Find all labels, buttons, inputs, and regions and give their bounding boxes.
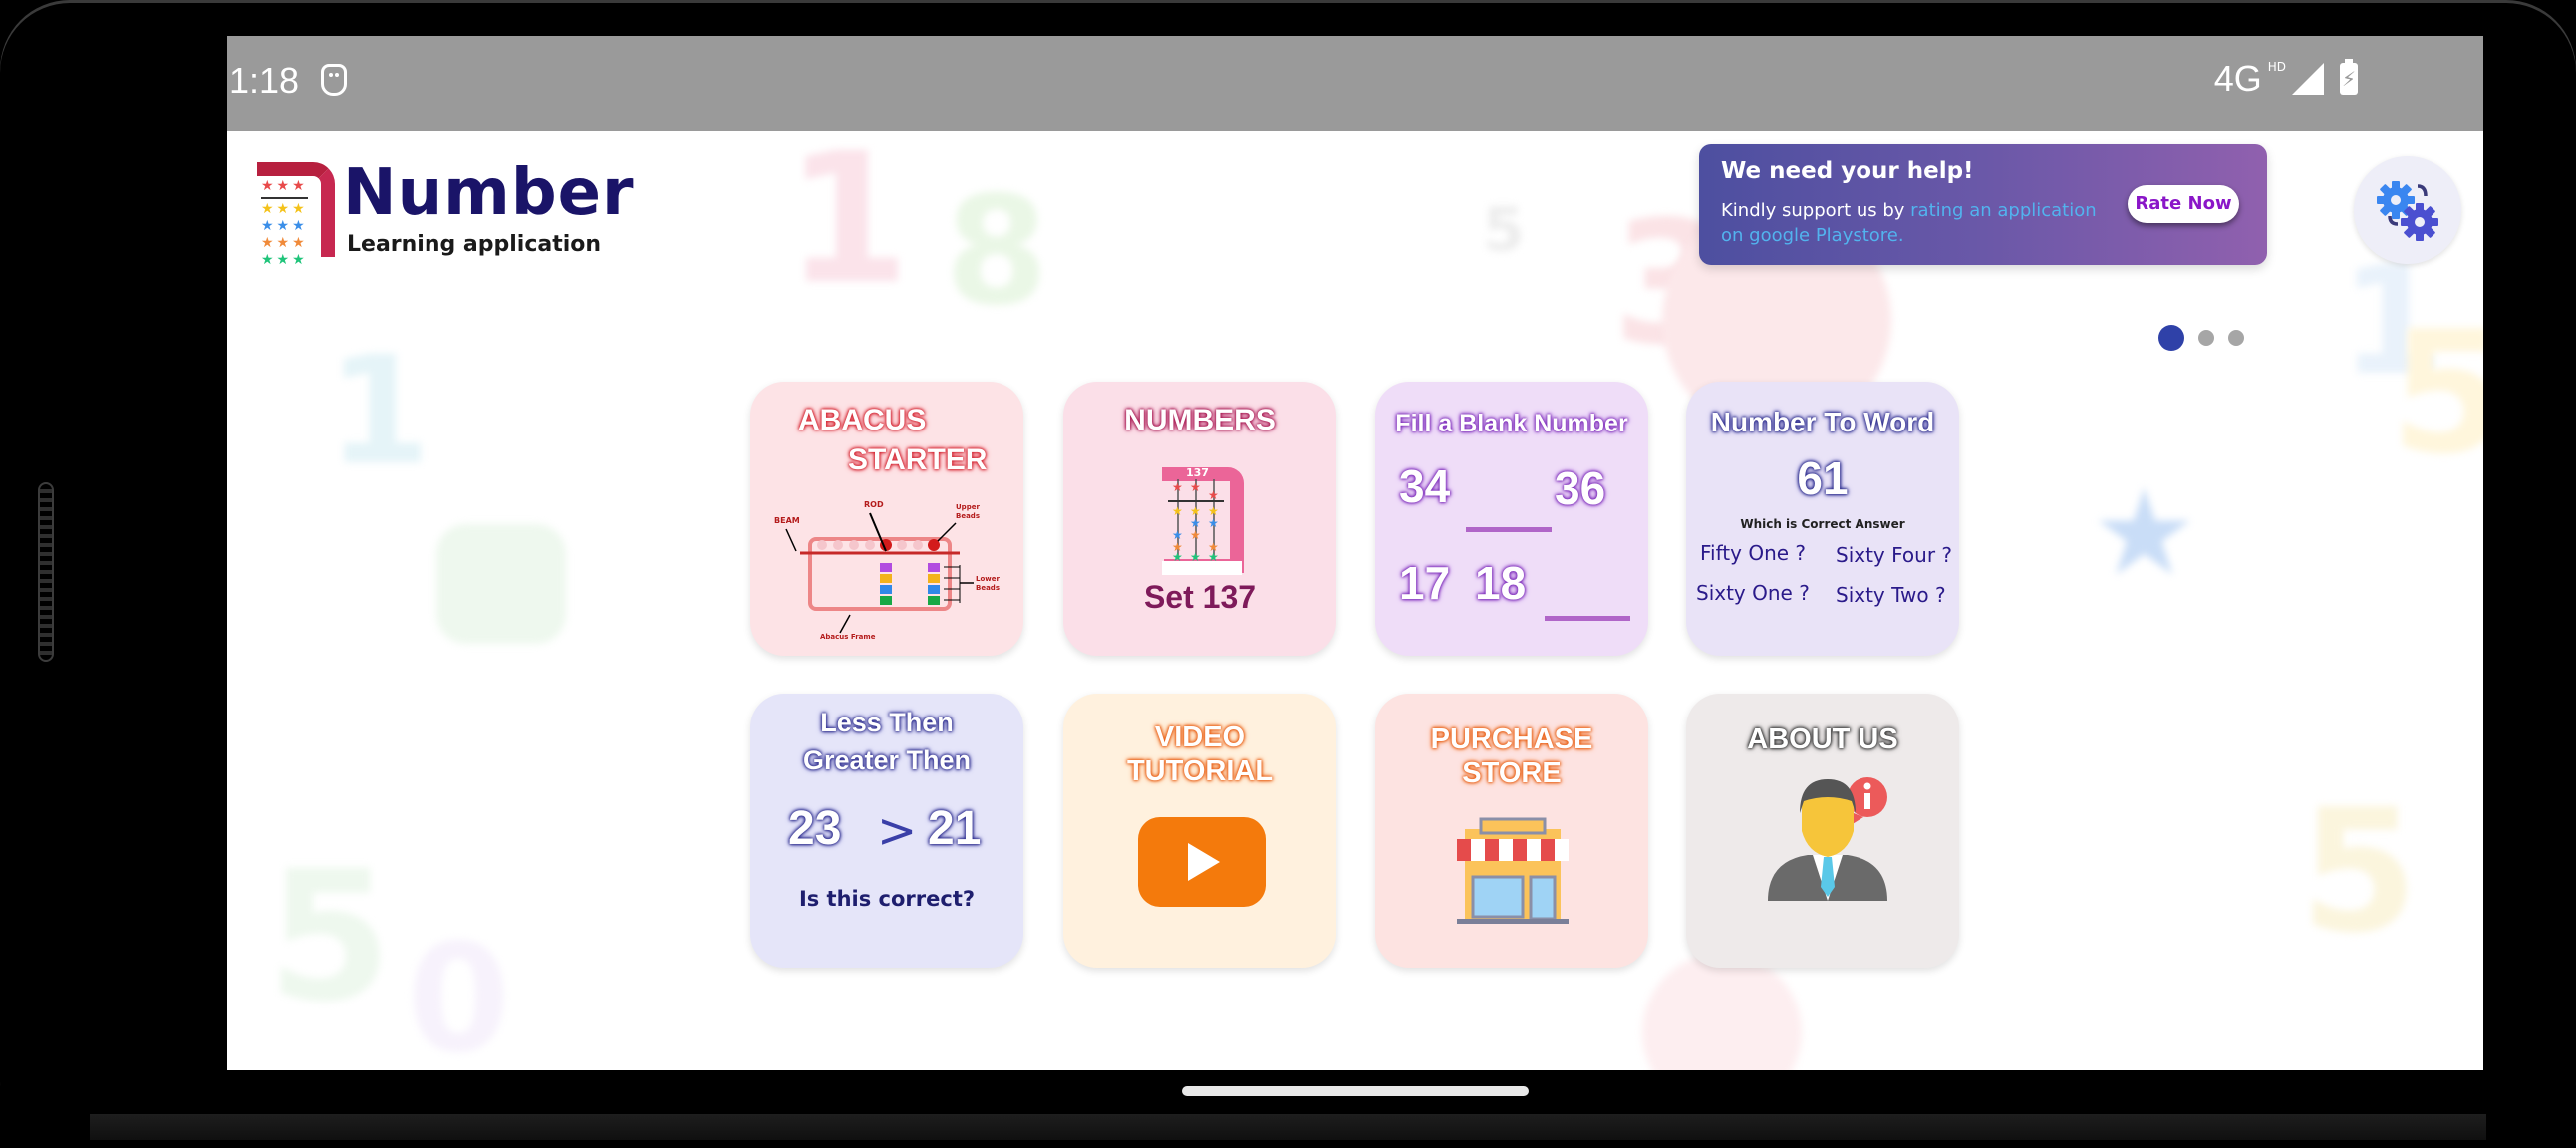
tile-less-greater[interactable]: Less Then Greater Then 23 > 21 Is this c… <box>750 694 1023 968</box>
play-button-icon <box>1138 817 1266 907</box>
svg-text:★: ★ <box>1172 550 1183 564</box>
tile-title-line1: ABACUS <box>798 404 927 436</box>
tile-title-line2: TUTORIAL <box>1126 755 1274 787</box>
word-option-2: Sixty Four ? <box>1836 543 1953 567</box>
hd-badge: HD <box>2267 60 2286 74</box>
carousel-dot-2[interactable] <box>2198 330 2214 346</box>
bg-circle-decoration <box>1642 953 1802 1070</box>
word-option-4: Sixty Two ? <box>1836 583 1946 607</box>
signal-icon <box>2292 63 2324 95</box>
bg-number-decoration: 5 <box>2390 295 2483 492</box>
word-number: 61 <box>1797 452 1849 504</box>
logo-subtitle: Learning application <box>347 232 602 257</box>
tile-title-line2: STARTER <box>848 443 988 476</box>
svg-text:★: ★ <box>1172 480 1183 494</box>
label-rod: ROD <box>864 500 884 509</box>
bg-number-decoration: 5 <box>267 833 393 1041</box>
compare-right: 21 <box>928 802 982 855</box>
banner-text-prefix: Kindly support us by <box>1721 200 1911 221</box>
svg-text:★: ★ <box>1208 550 1219 564</box>
bg-number-decoration: 5 <box>2300 773 2419 971</box>
fill-row2-a: 17 <box>1399 557 1451 609</box>
bg-robot-decoration <box>436 524 566 644</box>
svg-text:★: ★ <box>1208 516 1219 530</box>
svg-text:★: ★ <box>1190 480 1201 494</box>
carousel-indicator <box>2158 325 2244 351</box>
tile-numbers[interactable]: NUMBERS 137 ★ ★ ★ ★ ★ ★ ★ ★ ★ ★ ★ ★ ★ ★ ★ Set 137 <box>1063 382 1336 656</box>
carousel-dot-1[interactable] <box>2158 325 2184 351</box>
bg-number-decoration: 8 <box>945 165 1049 339</box>
abacus-value: 137 <box>1186 466 1209 479</box>
tile-purchase-store[interactable]: PURCHASE STORE <box>1375 694 1648 968</box>
status-indicators: 4G HD ⚡ <box>2214 58 2358 100</box>
compare-left: 23 <box>788 802 842 855</box>
tile-title: ABOUT US <box>1747 723 1898 755</box>
numbers-caption: Set 137 <box>1143 579 1257 615</box>
word-option-3: Sixty One ? <box>1696 581 1810 605</box>
bg-number-decoration: 5 <box>1483 195 1525 265</box>
fill-row1-a: 34 <box>1399 460 1451 512</box>
svg-text:Beads: Beads <box>956 512 980 520</box>
bg-star-decoration: ★ <box>2091 464 2198 603</box>
rate-app-banner[interactable]: We need your help! Kindly support us by … <box>1699 144 2267 265</box>
battery-charging-icon: ⚡ <box>2340 59 2358 95</box>
tile-title-line1: VIDEO <box>1154 721 1246 753</box>
svg-text:Lower: Lower <box>976 575 1000 583</box>
label-beam: BEAM <box>774 516 800 525</box>
tile-title: Fill a Blank Number <box>1395 410 1628 437</box>
tile-title-line1: Less Then <box>820 708 954 737</box>
compare-symbol: > <box>877 803 918 859</box>
home-gesture-bar[interactable] <box>1182 1086 1529 1096</box>
abacus-diagram-icon: BEAM ROD Upper Beads Lower Beads Abacus … <box>774 500 1000 641</box>
svg-text:Abacus Frame: Abacus Frame <box>820 633 876 641</box>
tile-abacus-starter[interactable]: ABACUS STARTER BEAM ROD Upper Beads Lowe… <box>750 382 1023 656</box>
app-logo: ★★★ ★★★ ★★★ ★★★ ★★★ Number Learning appl… <box>257 152 634 268</box>
tile-title: NUMBERS <box>1124 404 1276 436</box>
svg-text:★: ★ <box>1190 550 1201 564</box>
bg-number-decoration: 0 <box>407 913 511 1070</box>
bg-number-decoration: 1 <box>327 325 431 498</box>
svg-text:★: ★ <box>1172 504 1183 518</box>
tile-title-line2: Greater Then <box>802 745 972 775</box>
settings-button[interactable] <box>2354 156 2461 264</box>
svg-text:Upper: Upper <box>956 503 980 511</box>
banner-title: We need your help! <box>1721 158 1974 184</box>
device-chin <box>90 1114 2486 1140</box>
abacus-logo-icon: ★★★ ★★★ ★★★ ★★★ ★★★ <box>257 162 335 268</box>
status-bar: 1:18 4G HD ⚡ <box>227 36 2483 131</box>
bg-number-decoration: 1 <box>785 116 911 324</box>
svg-text:★: ★ <box>1208 488 1219 502</box>
banner-text: Kindly support us by rating an applicati… <box>1721 198 2100 248</box>
fill-blank-1 <box>1466 527 1552 532</box>
numbers-abacus-icon: 137 ★ ★★ ★ ★ ★ ★ ★ ★ ★ ★ ★ ★ ★ ★ <box>1162 466 1244 575</box>
carousel-dot-3[interactable] <box>2228 330 2244 346</box>
person-info-icon <box>1768 777 1887 901</box>
network-type: 4G <box>2213 58 2262 99</box>
device-frame: 1 8 5 3 1 1 5 ★ 5 0 5 1:18 4G HD ⚡ ★★★ ★… <box>0 0 2576 1148</box>
app-screen: 1 8 5 3 1 1 5 ★ 5 0 5 1:18 4G HD ⚡ ★★★ ★… <box>227 36 2483 1070</box>
speaker-grille <box>38 482 54 662</box>
svg-text:Beads: Beads <box>976 584 1000 592</box>
fill-row1-b: 36 <box>1555 462 1606 514</box>
tile-number-to-word[interactable]: Number To Word 61 Which is Correct Answe… <box>1686 382 1959 656</box>
tile-video-tutorial[interactable]: VIDEO TUTORIAL <box>1063 694 1336 968</box>
compare-question: Is this correct? <box>798 887 976 911</box>
word-option-1: Fifty One ? <box>1700 541 1807 565</box>
svg-text:★: ★ <box>1190 528 1201 542</box>
tile-title: Number To Word <box>1710 407 1935 437</box>
rate-now-button[interactable]: Rate Now <box>2128 185 2239 223</box>
tile-fill-blank-number[interactable]: Fill a Blank Number 34 36 17 18 <box>1375 382 1648 656</box>
gears-icon <box>2377 181 2438 241</box>
tile-title-line1: PURCHASE <box>1430 723 1593 755</box>
status-time: 1:18 <box>229 60 300 101</box>
word-question: Which is Correct Answer <box>1740 517 1905 531</box>
tile-title-line2: STORE <box>1462 757 1562 789</box>
tile-about-us[interactable]: ABOUT US <box>1686 694 1959 968</box>
logo-title: Number <box>343 156 635 230</box>
fill-row2-b: 18 <box>1475 557 1527 609</box>
store-icon <box>1457 817 1569 924</box>
android-debug-icon <box>321 64 347 96</box>
fill-blank-2 <box>1545 616 1630 621</box>
